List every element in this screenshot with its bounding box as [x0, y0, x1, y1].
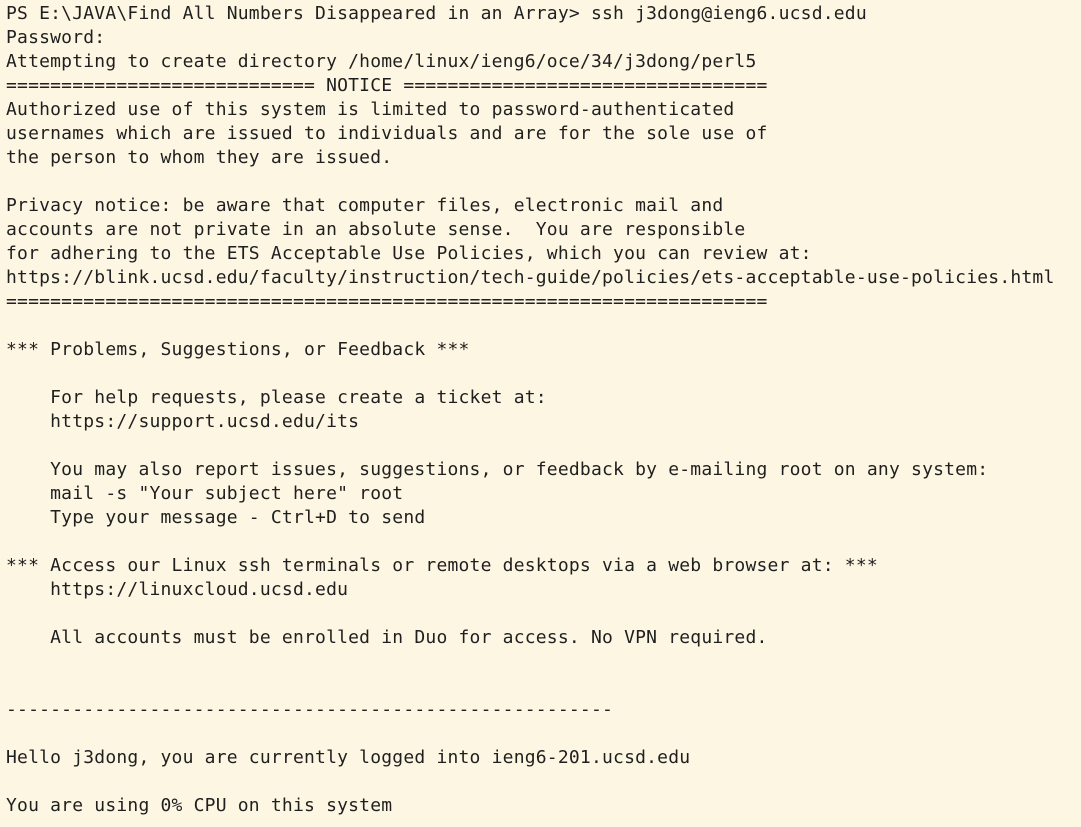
terminal-output-line: You may also report issues, suggestions,… — [6, 459, 989, 480]
terminal-output-line: https://linuxcloud.ucsd.edu — [6, 579, 349, 600]
terminal-output-line: https://support.ucsd.edu/its — [6, 411, 360, 432]
terminal-output-line: mail -s "Your subject here" root — [6, 483, 404, 504]
terminal-output-line: https://blink.ucsd.edu/faculty/instructi… — [6, 267, 1055, 288]
terminal-output-line — [6, 530, 1081, 554]
terminal-output-line: *** Access our Linux ssh terminals or re… — [6, 555, 878, 576]
terminal-output-line: for adhering to the ETS Acceptable Use P… — [6, 243, 812, 264]
terminal-output-line: ============================ NOTICE ====… — [6, 75, 768, 96]
terminal-output-line: ----------------------------------------… — [6, 699, 614, 720]
terminal-output-line: Password: — [6, 27, 106, 48]
terminal-output-line — [6, 770, 1081, 794]
terminal-output-line — [6, 602, 1081, 626]
terminal-output-line: Privacy notice: be aware that computer f… — [6, 195, 724, 216]
terminal-window[interactable]: PS E:\JAVA\Find All Numbers Disappeared … — [0, 0, 1081, 827]
terminal-output-line: Attempting to create directory /home/lin… — [6, 51, 757, 72]
terminal-output-line: *** Problems, Suggestions, or Feedback *… — [6, 339, 470, 360]
terminal-output-line — [6, 722, 1081, 746]
terminal-output-line: For help requests, please create a ticke… — [6, 387, 547, 408]
terminal-output-line: Authorized use of this system is limited… — [6, 99, 735, 120]
terminal-output-line: usernames which are issued to individual… — [6, 123, 768, 144]
prompt-path: PS E:\JAVA\Find All Numbers Disappeared … — [6, 3, 580, 24]
terminal-output-line — [6, 170, 1081, 194]
terminal-output-line — [6, 314, 1081, 338]
terminal-output-line — [6, 674, 1081, 698]
terminal-output: Password: Attempting to create directory … — [6, 26, 1081, 818]
prompt-line: PS E:\JAVA\Find All Numbers Disappeared … — [6, 2, 1081, 26]
terminal-output-line: You are using 0% CPU on this system — [6, 795, 393, 816]
terminal-output-line: All accounts must be enrolled in Duo for… — [6, 627, 768, 648]
terminal-output-line: the person to whom they are issued. — [6, 147, 393, 168]
ssh-command: ssh j3dong@ieng6.ucsd.edu — [579, 3, 867, 24]
terminal-output-line: Type your message - Ctrl+D to send — [6, 507, 426, 528]
terminal-output-line — [6, 650, 1081, 674]
terminal-output-line: ========================================… — [6, 291, 768, 312]
terminal-output-line — [6, 434, 1081, 458]
terminal-output-line — [6, 362, 1081, 386]
terminal-output-line: accounts are not private in an absolute … — [6, 219, 746, 240]
terminal-output-line: Hello j3dong, you are currently logged i… — [6, 747, 691, 768]
